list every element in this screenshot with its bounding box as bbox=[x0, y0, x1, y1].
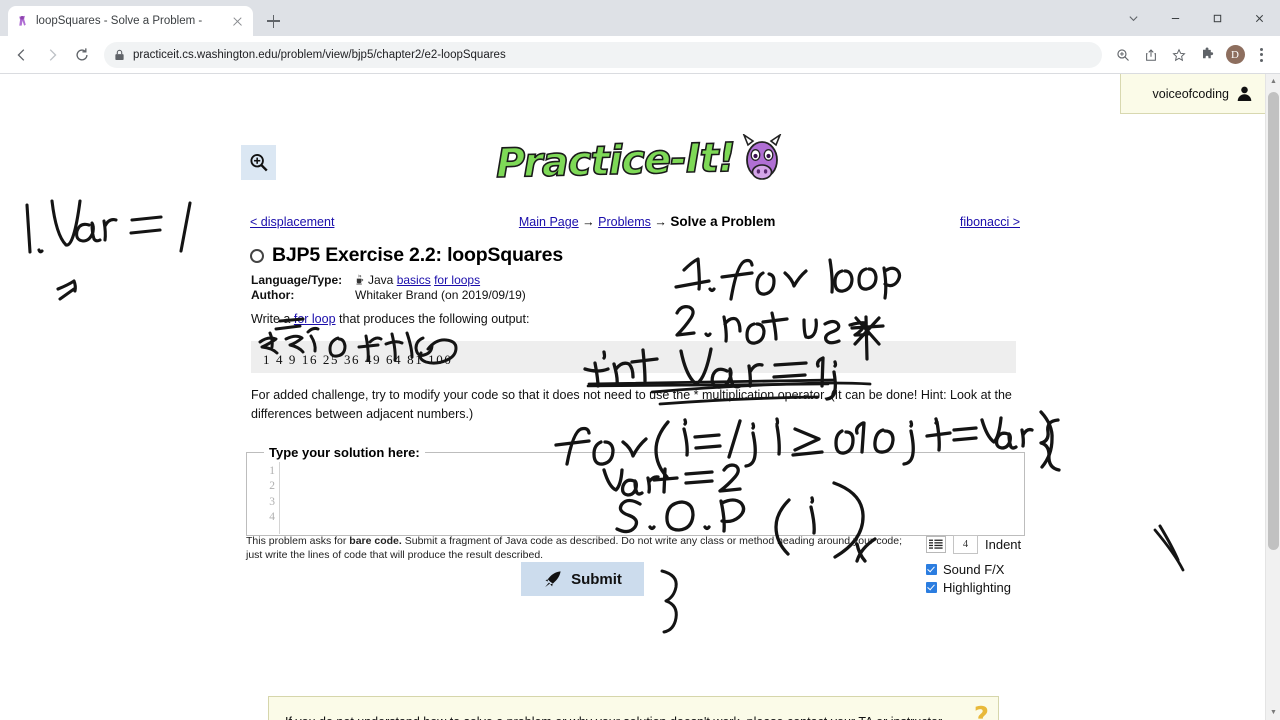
note-bold: bare code. bbox=[349, 535, 402, 547]
author-row: Author: Whitaker Brand (on 2019/09/19) bbox=[251, 288, 526, 303]
prompt-before: Write a bbox=[251, 312, 294, 326]
solution-fieldset: Type your solution here: 1 2 3 4 bbox=[246, 445, 1025, 536]
breadcrumb-arrow-1: → bbox=[582, 215, 595, 229]
logo-text: Practice-It! bbox=[495, 134, 737, 188]
highlighting-label: Highlighting bbox=[943, 580, 1011, 595]
line-number: 4 bbox=[269, 511, 275, 524]
breadcrumb-arrow-2: → bbox=[654, 215, 667, 229]
breadcrumb: < displacement Main Page → Problems → So… bbox=[250, 214, 1020, 229]
language-plain: Java bbox=[368, 273, 394, 287]
next-problem-link[interactable]: fibonacci > bbox=[960, 215, 1020, 229]
profile-initial: D bbox=[1225, 45, 1245, 64]
indent-input[interactable]: 4 bbox=[953, 535, 978, 554]
language-link-basics[interactable]: basics bbox=[397, 273, 431, 287]
address-bar[interactable]: practiceit.cs.washington.edu/problem/vie… bbox=[104, 41, 1102, 68]
author-label: Author: bbox=[251, 288, 295, 302]
window-controls bbox=[1112, 0, 1280, 36]
submit-button[interactable]: Submit bbox=[521, 562, 644, 596]
breadcrumb-current: Solve a Problem bbox=[670, 214, 776, 229]
prompt-after: that produces the following output: bbox=[335, 312, 530, 326]
scroll-up-arrow[interactable]: ▲ bbox=[1266, 74, 1280, 89]
help-line-1: If you do not understand how to solve a … bbox=[285, 708, 982, 720]
prompt-forloop-link[interactable]: for loop bbox=[294, 312, 336, 326]
expected-output-text: 1 4 9 16 25 36 49 64 81 100 bbox=[263, 352, 453, 367]
problem-prompt: Write a for loop that produces the follo… bbox=[251, 312, 529, 326]
maximize-icon[interactable] bbox=[1196, 2, 1238, 34]
line-number: 1 bbox=[269, 464, 275, 477]
magnifier-plus-icon bbox=[249, 153, 268, 171]
minimize-icon[interactable] bbox=[1154, 2, 1196, 34]
chevron-down-icon[interactable] bbox=[1112, 2, 1154, 34]
submit-label: Submit bbox=[571, 570, 622, 588]
page-title: BJP5 Exercise 2.2: loopSquares bbox=[272, 244, 563, 266]
question-mark-icon: ? bbox=[973, 702, 989, 720]
annotation-right-note-1 bbox=[674, 257, 902, 301]
user-chip[interactable]: voiceofcoding bbox=[1120, 74, 1265, 114]
tab-title: loopSquares - Solve a Problem - bbox=[36, 15, 203, 27]
zoom-in-icon[interactable] bbox=[1110, 42, 1136, 68]
language-value: Java basics for loops bbox=[355, 273, 480, 288]
line-number: 3 bbox=[269, 495, 275, 508]
forward-arrow-icon bbox=[38, 41, 66, 69]
problem-meta: Language/Type: Java basics for loops Aut… bbox=[251, 273, 526, 303]
sound-fx-label: Sound F/X bbox=[943, 562, 1005, 577]
line-number-gutter: 1 2 3 4 bbox=[259, 461, 280, 534]
sound-fx-row[interactable]: Sound F/X bbox=[926, 562, 1036, 577]
close-icon[interactable] bbox=[230, 14, 245, 29]
challenge-text: For added challenge, try to modify your … bbox=[251, 388, 1012, 421]
code-input-area[interactable] bbox=[280, 461, 1012, 534]
line-number: 2 bbox=[269, 480, 275, 493]
browser-toolbar: practiceit.cs.washington.edu/problem/vie… bbox=[0, 36, 1280, 74]
browser-tab[interactable]: loopSquares - Solve a Problem - bbox=[8, 6, 253, 36]
profile-avatar[interactable]: D bbox=[1222, 42, 1248, 68]
username-label: voiceofcoding bbox=[1152, 86, 1229, 101]
url-text: practiceit.cs.washington.edu/problem/vie… bbox=[133, 48, 506, 61]
back-arrow-icon[interactable] bbox=[8, 41, 36, 69]
reload-icon[interactable] bbox=[68, 41, 96, 69]
help-box: ? If you do not understand how to solve … bbox=[268, 696, 999, 720]
note-part-1: This problem asks for bbox=[246, 535, 350, 547]
rocket-icon bbox=[545, 570, 561, 587]
highlighting-checkbox[interactable] bbox=[926, 582, 937, 593]
code-editor[interactable]: 1 2 3 4 bbox=[259, 461, 1012, 534]
language-label: Language/Type: bbox=[251, 273, 343, 287]
sound-fx-checkbox[interactable] bbox=[926, 564, 937, 575]
solution-legend: Type your solution here: bbox=[269, 445, 420, 460]
indent-row: 4 Indent bbox=[926, 535, 1036, 554]
expected-output-box: 1 4 9 16 25 36 49 64 81 100 bbox=[251, 341, 1016, 373]
editor-options: 4 Indent Sound F/X Highlighting bbox=[926, 535, 1036, 595]
vertical-scrollbar[interactable]: ▲ ▼ bbox=[1265, 74, 1280, 720]
highlighting-row[interactable]: Highlighting bbox=[926, 580, 1036, 595]
new-tab-button[interactable] bbox=[259, 7, 287, 35]
scroll-down-arrow[interactable]: ▼ bbox=[1266, 705, 1280, 720]
puzzle-piece-icon[interactable] bbox=[1194, 42, 1220, 68]
author-value: Whitaker Brand (on 2019/09/19) bbox=[355, 288, 526, 302]
bare-code-note: This problem asks for bare code. Submit … bbox=[246, 534, 906, 562]
annotation-left-note bbox=[25, 199, 192, 301]
scrollbar-thumb[interactable] bbox=[1268, 92, 1279, 550]
cow-favicon bbox=[19, 15, 26, 26]
unsolved-circle-icon bbox=[250, 248, 264, 263]
page-zoom-button[interactable] bbox=[241, 145, 276, 180]
lock-icon bbox=[115, 49, 124, 60]
browser-chrome: loopSquares - Solve a Problem - practice… bbox=[0, 0, 1280, 74]
share-icon[interactable] bbox=[1138, 42, 1164, 68]
language-row: Language/Type: Java basics for loops bbox=[251, 273, 526, 288]
java-cup-icon bbox=[356, 274, 364, 285]
kebab-menu-icon[interactable] bbox=[1250, 42, 1272, 68]
close-window-icon[interactable] bbox=[1238, 2, 1280, 34]
page-viewport: voiceofcoding Practice-It! < displacemen… bbox=[0, 74, 1280, 720]
purple-cow-icon bbox=[742, 134, 781, 180]
breadcrumb-problems[interactable]: Problems bbox=[598, 215, 651, 229]
problem-title-row: BJP5 Exercise 2.2: loopSquares bbox=[250, 244, 563, 267]
tab-strip: loopSquares - Solve a Problem - bbox=[0, 0, 1280, 36]
prev-problem-link[interactable]: < displacement bbox=[250, 215, 334, 229]
breadcrumb-main-page[interactable]: Main Page bbox=[519, 215, 579, 229]
indent-label: Indent bbox=[985, 537, 1022, 552]
person-icon bbox=[1237, 86, 1252, 102]
site-logo[interactable]: Practice-It! bbox=[0, 134, 1280, 188]
indent-list-icon[interactable] bbox=[926, 536, 946, 553]
language-link-forloops[interactable]: for loops bbox=[434, 273, 480, 287]
star-icon[interactable] bbox=[1166, 42, 1192, 68]
